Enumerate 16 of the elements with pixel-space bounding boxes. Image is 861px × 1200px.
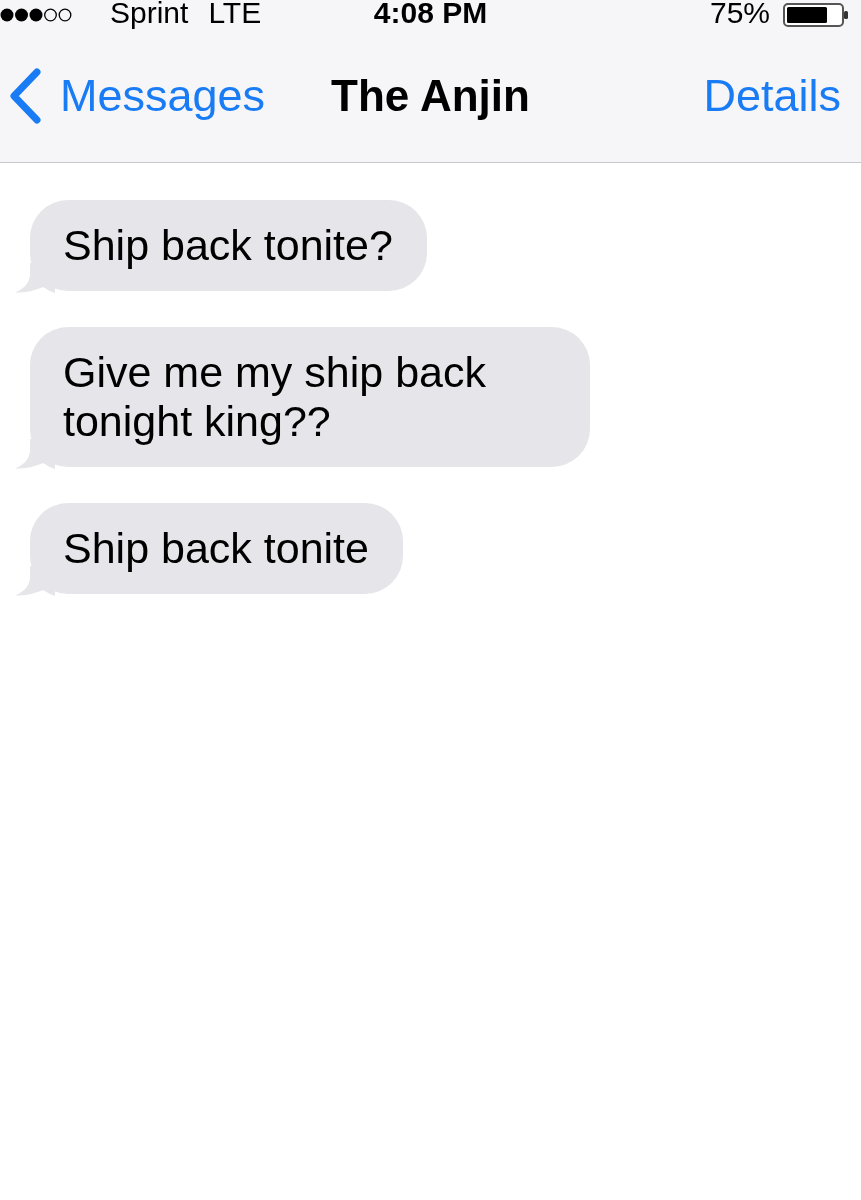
message-bubble: Ship back tonite?	[30, 200, 427, 291]
battery-percent: 75%	[709, 0, 770, 28]
status-time: 4:08 PM	[373, 0, 488, 28]
bubble-tail-icon	[15, 263, 55, 293]
carrier-name: Sprint	[110, 0, 189, 28]
bubble-tail-icon	[15, 566, 55, 596]
battery-icon	[783, 3, 849, 27]
chevron-left-icon	[8, 68, 42, 124]
signal-strength-icon	[0, 8, 72, 22]
details-button[interactable]: Details	[703, 70, 841, 122]
network-type: LTE	[208, 0, 262, 28]
bubble-tail-icon	[15, 439, 55, 469]
conversation-title: The Anjin	[331, 70, 530, 122]
message-bubble: Give me my ship back tonight king??	[30, 327, 590, 467]
message-bubble: Ship back tonite	[30, 503, 403, 594]
back-button[interactable]: Messages	[8, 68, 266, 124]
